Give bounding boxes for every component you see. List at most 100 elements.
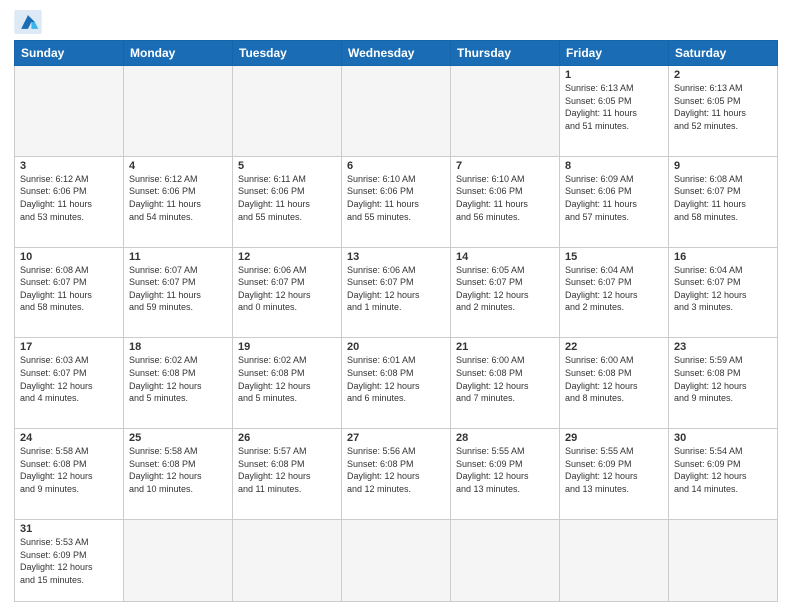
day-info: Sunrise: 6:13 AM Sunset: 6:05 PM Dayligh…: [565, 82, 663, 132]
day-info: Sunrise: 6:04 AM Sunset: 6:07 PM Dayligh…: [565, 264, 663, 314]
day-number: 7: [456, 160, 554, 172]
col-header-sunday: Sunday: [15, 41, 124, 66]
day-number: 31: [20, 523, 118, 535]
day-info: Sunrise: 6:01 AM Sunset: 6:08 PM Dayligh…: [347, 354, 445, 404]
calendar-cell: [342, 66, 451, 157]
day-number: 12: [238, 251, 336, 263]
day-info: Sunrise: 5:56 AM Sunset: 6:08 PM Dayligh…: [347, 445, 445, 495]
day-info: Sunrise: 6:06 AM Sunset: 6:07 PM Dayligh…: [347, 264, 445, 314]
calendar-cell: 8Sunrise: 6:09 AM Sunset: 6:06 PM Daylig…: [560, 156, 669, 247]
day-number: 14: [456, 251, 554, 263]
calendar-cell: 9Sunrise: 6:08 AM Sunset: 6:07 PM Daylig…: [669, 156, 778, 247]
calendar-cell: 31Sunrise: 5:53 AM Sunset: 6:09 PM Dayli…: [15, 520, 124, 602]
day-number: 28: [456, 432, 554, 444]
col-header-wednesday: Wednesday: [342, 41, 451, 66]
col-header-friday: Friday: [560, 41, 669, 66]
calendar-cell: 4Sunrise: 6:12 AM Sunset: 6:06 PM Daylig…: [124, 156, 233, 247]
header: [14, 10, 778, 34]
calendar-cell: 13Sunrise: 6:06 AM Sunset: 6:07 PM Dayli…: [342, 247, 451, 338]
day-info: Sunrise: 5:55 AM Sunset: 6:09 PM Dayligh…: [565, 445, 663, 495]
calendar-cell: 27Sunrise: 5:56 AM Sunset: 6:08 PM Dayli…: [342, 429, 451, 520]
day-info: Sunrise: 6:09 AM Sunset: 6:06 PM Dayligh…: [565, 173, 663, 223]
calendar-cell: 30Sunrise: 5:54 AM Sunset: 6:09 PM Dayli…: [669, 429, 778, 520]
day-number: 29: [565, 432, 663, 444]
calendar-cell: 22Sunrise: 6:00 AM Sunset: 6:08 PM Dayli…: [560, 338, 669, 429]
day-number: 8: [565, 160, 663, 172]
day-number: 22: [565, 341, 663, 353]
calendar-cell: [560, 520, 669, 602]
calendar-cell: [669, 520, 778, 602]
day-info: Sunrise: 5:53 AM Sunset: 6:09 PM Dayligh…: [20, 536, 118, 586]
day-number: 6: [347, 160, 445, 172]
calendar-cell: 10Sunrise: 6:08 AM Sunset: 6:07 PM Dayli…: [15, 247, 124, 338]
day-number: 2: [674, 69, 772, 81]
day-info: Sunrise: 5:55 AM Sunset: 6:09 PM Dayligh…: [456, 445, 554, 495]
day-number: 27: [347, 432, 445, 444]
day-info: Sunrise: 6:13 AM Sunset: 6:05 PM Dayligh…: [674, 82, 772, 132]
calendar-cell: [451, 520, 560, 602]
page: SundayMondayTuesdayWednesdayThursdayFrid…: [0, 0, 792, 612]
day-info: Sunrise: 6:10 AM Sunset: 6:06 PM Dayligh…: [347, 173, 445, 223]
calendar-cell: 26Sunrise: 5:57 AM Sunset: 6:08 PM Dayli…: [233, 429, 342, 520]
calendar-cell: 11Sunrise: 6:07 AM Sunset: 6:07 PM Dayli…: [124, 247, 233, 338]
col-header-monday: Monday: [124, 41, 233, 66]
calendar-cell: [342, 520, 451, 602]
day-number: 3: [20, 160, 118, 172]
logo-icon: [14, 10, 42, 34]
calendar-cell: 2Sunrise: 6:13 AM Sunset: 6:05 PM Daylig…: [669, 66, 778, 157]
calendar-cell: [15, 66, 124, 157]
calendar-cell: 18Sunrise: 6:02 AM Sunset: 6:08 PM Dayli…: [124, 338, 233, 429]
calendar-cell: [451, 66, 560, 157]
day-info: Sunrise: 6:05 AM Sunset: 6:07 PM Dayligh…: [456, 264, 554, 314]
col-header-thursday: Thursday: [451, 41, 560, 66]
calendar-cell: 14Sunrise: 6:05 AM Sunset: 6:07 PM Dayli…: [451, 247, 560, 338]
day-info: Sunrise: 6:02 AM Sunset: 6:08 PM Dayligh…: [238, 354, 336, 404]
calendar-cell: 24Sunrise: 5:58 AM Sunset: 6:08 PM Dayli…: [15, 429, 124, 520]
day-number: 9: [674, 160, 772, 172]
day-number: 18: [129, 341, 227, 353]
day-number: 24: [20, 432, 118, 444]
calendar-cell: 6Sunrise: 6:10 AM Sunset: 6:06 PM Daylig…: [342, 156, 451, 247]
col-header-tuesday: Tuesday: [233, 41, 342, 66]
calendar-cell: 3Sunrise: 6:12 AM Sunset: 6:06 PM Daylig…: [15, 156, 124, 247]
calendar-cell: 28Sunrise: 5:55 AM Sunset: 6:09 PM Dayli…: [451, 429, 560, 520]
calendar-cell: 7Sunrise: 6:10 AM Sunset: 6:06 PM Daylig…: [451, 156, 560, 247]
day-info: Sunrise: 5:59 AM Sunset: 6:08 PM Dayligh…: [674, 354, 772, 404]
day-number: 11: [129, 251, 227, 263]
calendar-cell: 23Sunrise: 5:59 AM Sunset: 6:08 PM Dayli…: [669, 338, 778, 429]
calendar-cell: 16Sunrise: 6:04 AM Sunset: 6:07 PM Dayli…: [669, 247, 778, 338]
calendar-cell: [124, 520, 233, 602]
calendar-cell: 1Sunrise: 6:13 AM Sunset: 6:05 PM Daylig…: [560, 66, 669, 157]
day-info: Sunrise: 5:58 AM Sunset: 6:08 PM Dayligh…: [129, 445, 227, 495]
calendar-cell: [233, 520, 342, 602]
day-number: 30: [674, 432, 772, 444]
day-info: Sunrise: 5:57 AM Sunset: 6:08 PM Dayligh…: [238, 445, 336, 495]
day-info: Sunrise: 6:00 AM Sunset: 6:08 PM Dayligh…: [565, 354, 663, 404]
day-info: Sunrise: 6:08 AM Sunset: 6:07 PM Dayligh…: [20, 264, 118, 314]
day-number: 20: [347, 341, 445, 353]
day-info: Sunrise: 6:04 AM Sunset: 6:07 PM Dayligh…: [674, 264, 772, 314]
calendar-cell: [233, 66, 342, 157]
col-header-saturday: Saturday: [669, 41, 778, 66]
day-number: 1: [565, 69, 663, 81]
day-number: 19: [238, 341, 336, 353]
calendar-cell: [124, 66, 233, 157]
day-info: Sunrise: 6:03 AM Sunset: 6:07 PM Dayligh…: [20, 354, 118, 404]
logo: [14, 10, 46, 34]
calendar-cell: 29Sunrise: 5:55 AM Sunset: 6:09 PM Dayli…: [560, 429, 669, 520]
day-info: Sunrise: 6:00 AM Sunset: 6:08 PM Dayligh…: [456, 354, 554, 404]
calendar-cell: 21Sunrise: 6:00 AM Sunset: 6:08 PM Dayli…: [451, 338, 560, 429]
day-number: 21: [456, 341, 554, 353]
day-number: 4: [129, 160, 227, 172]
calendar-cell: 15Sunrise: 6:04 AM Sunset: 6:07 PM Dayli…: [560, 247, 669, 338]
day-info: Sunrise: 6:10 AM Sunset: 6:06 PM Dayligh…: [456, 173, 554, 223]
day-info: Sunrise: 6:12 AM Sunset: 6:06 PM Dayligh…: [20, 173, 118, 223]
calendar-cell: 17Sunrise: 6:03 AM Sunset: 6:07 PM Dayli…: [15, 338, 124, 429]
day-info: Sunrise: 6:07 AM Sunset: 6:07 PM Dayligh…: [129, 264, 227, 314]
calendar-cell: 25Sunrise: 5:58 AM Sunset: 6:08 PM Dayli…: [124, 429, 233, 520]
calendar-cell: 5Sunrise: 6:11 AM Sunset: 6:06 PM Daylig…: [233, 156, 342, 247]
calendar-cell: 20Sunrise: 6:01 AM Sunset: 6:08 PM Dayli…: [342, 338, 451, 429]
day-number: 13: [347, 251, 445, 263]
day-number: 5: [238, 160, 336, 172]
day-number: 10: [20, 251, 118, 263]
